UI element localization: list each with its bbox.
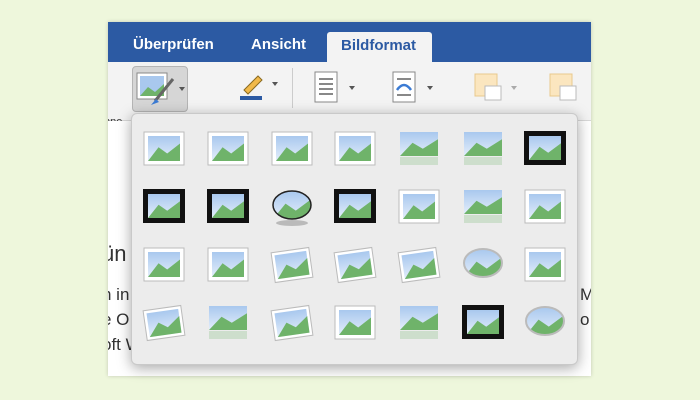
picture-style-moderate-frame-black[interactable]: [459, 303, 507, 345]
reflected-rounded-rectangle-thumbnail-icon: [400, 132, 438, 165]
ribbon-tab-bar: Überprüfen Ansicht Bildformat: [108, 22, 591, 62]
picture-style-snip-corner-white[interactable]: [140, 245, 188, 287]
picture-style-soft-edge-oval[interactable]: [459, 245, 507, 287]
position-icon: [392, 71, 433, 103]
tab-bildformat-label: Bildformat: [341, 37, 416, 54]
picture-style-reflected-bevel-white[interactable]: [204, 303, 252, 345]
tab-ueberpruefen[interactable]: Überprüfen: [133, 36, 214, 53]
tab-ansicht[interactable]: Ansicht: [251, 36, 306, 53]
simple-frame-white-thumbnail-icon: [143, 131, 185, 166]
picture-style-bevel-rectangle[interactable]: [521, 245, 569, 287]
snip-corner-white-thumbnail-icon: [143, 247, 185, 282]
picture-style-beveled-matte-white[interactable]: [204, 129, 252, 171]
wrap-text-button[interactable]: [313, 70, 359, 108]
drop-shadow-rectangle-thumbnail-icon: [334, 131, 376, 166]
picture-styles-gallery: [131, 113, 578, 365]
send-backward-button[interactable]: [548, 70, 588, 108]
picture-style-relaxed-perspective-white[interactable]: [395, 245, 443, 287]
picture-styles-icon: [136, 72, 185, 105]
position-button[interactable]: [391, 70, 437, 108]
picture-style-metal-oval[interactable]: [521, 303, 569, 345]
perspective-shadow-white-thumbnail-icon: [333, 246, 377, 284]
picture-styles-button[interactable]: [132, 66, 188, 112]
picture-style-soft-edge-rectangle[interactable]: [459, 129, 507, 171]
picture-style-drop-shadow-rectangle[interactable]: [331, 129, 379, 171]
snip-diagonal-corner-white-thumbnail-icon: [524, 189, 566, 224]
picture-style-metal-rounded-rectangle[interactable]: [331, 303, 379, 345]
picture-style-beveled-oval-black[interactable]: [268, 187, 316, 229]
pencil-icon: [240, 75, 278, 100]
picture-style-simple-frame-white[interactable]: [140, 129, 188, 171]
double-frame-black-thumbnail-icon: [524, 131, 566, 165]
moderate-frame-black-thumbnail-icon: [462, 305, 504, 339]
document-line-2: e O: [108, 310, 130, 329]
rotated-white-thumbnail-icon: [270, 246, 314, 284]
picture-style-soft-edge-reflection[interactable]: [459, 187, 507, 229]
picture-style-perspective-shadow-white[interactable]: [331, 245, 379, 287]
compound-frame-black-thumbnail-icon: [334, 189, 376, 223]
wrap-text-icon: [314, 71, 355, 103]
simple-frame-black-thumbnail-icon: [207, 189, 249, 223]
picture-style-rotated-perspective-white[interactable]: [268, 303, 316, 345]
thick-matte-black-thumbnail-icon: [143, 189, 185, 223]
document-heading-fragment: ün: [108, 241, 127, 266]
picture-style-rotated-white[interactable]: [268, 245, 316, 287]
picture-style-metal-frame[interactable]: [268, 129, 316, 171]
picture-style-snip-diagonal-corner-white[interactable]: [521, 187, 569, 229]
document-line-1: n in: [108, 285, 130, 304]
picture-border-button[interactable]: [238, 70, 282, 104]
picture-style-reflected-rounded-rectangle[interactable]: [395, 129, 443, 171]
relaxed-perspective-white-thumbnail-icon: [397, 246, 441, 284]
bevel-perspective-thumbnail-icon: [142, 304, 186, 342]
soft-edge-rectangle-thumbnail-icon: [464, 132, 502, 165]
picture-style-bevel-perspective[interactable]: [140, 303, 188, 345]
beveled-oval-black-thumbnail-icon: [272, 190, 312, 226]
rotated-perspective-white-thumbnail-icon: [270, 304, 314, 342]
soft-edge-reflection-thumbnail-icon: [464, 190, 502, 223]
metal-frame-thumbnail-icon: [271, 131, 313, 166]
picture-style-center-shadow-rectangle[interactable]: [395, 187, 443, 229]
reflected-bevel-white-thumbnail-icon: [209, 306, 247, 339]
reflected-rounded-white-thumbnail-icon: [400, 306, 438, 339]
moderate-frame-white-thumbnail-icon: [207, 247, 249, 282]
bring-forward-icon: [474, 73, 517, 101]
center-shadow-rectangle-thumbnail-icon: [398, 189, 440, 224]
soft-edge-oval-thumbnail-icon: [463, 248, 503, 278]
picture-style-compound-frame-black[interactable]: [331, 187, 379, 229]
picture-style-moderate-frame-white[interactable]: [204, 245, 252, 287]
document-right-char-2: o: [580, 310, 590, 329]
picture-style-thick-matte-black[interactable]: [140, 187, 188, 229]
metal-rounded-rectangle-thumbnail-icon: [334, 305, 376, 340]
picture-style-reflected-rounded-white[interactable]: [395, 303, 443, 345]
bring-forward-button[interactable]: [473, 70, 519, 108]
tab-bildformat[interactable]: Bildformat: [327, 32, 432, 62]
picture-style-simple-frame-black[interactable]: [204, 187, 252, 229]
beveled-matte-white-thumbnail-icon: [207, 131, 249, 166]
document-right-char-1: M: [580, 285, 591, 304]
picture-style-double-frame-black[interactable]: [521, 129, 569, 171]
metal-oval-thumbnail-icon: [525, 306, 565, 336]
send-backward-icon: [549, 73, 577, 101]
bevel-rectangle-thumbnail-icon: [524, 247, 566, 282]
